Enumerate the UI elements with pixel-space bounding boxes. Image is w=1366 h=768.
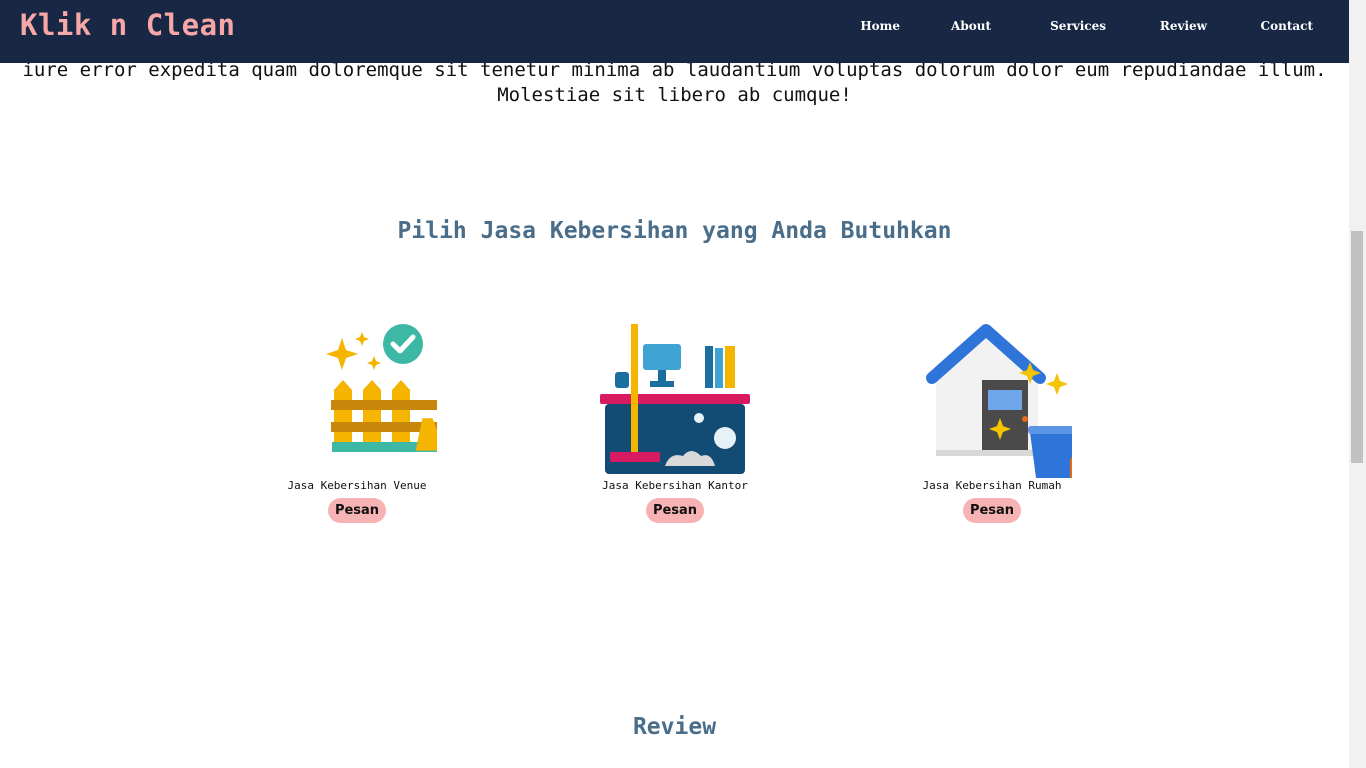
service-label-rumah: Jasa Kebersihan Rumah [922, 479, 1062, 492]
fence-broom-sparkle-icon [326, 324, 437, 452]
pesan-button-rumah[interactable]: Pesan [962, 498, 1022, 523]
nav-about[interactable]: About [951, 19, 991, 33]
nav-contact[interactable]: Contact [1261, 19, 1313, 33]
nav-review[interactable]: Review [1160, 19, 1207, 33]
intro-text: iure error expedita quam doloremque sit … [0, 58, 1349, 108]
service-card-rumah: Jasa Kebersihan Rumah Pesan [862, 318, 1122, 523]
service-card-kantor: Jasa Kebersihan Kantor Pesan [545, 318, 805, 523]
nav-home[interactable]: Home [860, 19, 900, 33]
brand-logo[interactable]: Klik n Clean [20, 8, 236, 42]
scrollbar-thumb[interactable] [1351, 231, 1363, 463]
office-desk-mop-icon [600, 324, 750, 474]
service-label-venue: Jasa Kebersihan Venue [287, 479, 427, 492]
intro-line-2: Molestiae sit libero ab cumque! [497, 84, 852, 106]
service-card-venue: Jasa Kebersihan Venue Pesan [227, 318, 487, 523]
services-heading: Pilih Jasa Kebersihan yang Anda Butuhkan [397, 218, 952, 244]
nav-services[interactable]: Services [1050, 19, 1106, 33]
pesan-button-venue[interactable]: Pesan [327, 498, 387, 523]
pesan-button-kantor[interactable]: Pesan [645, 498, 705, 523]
scrollbar[interactable] [1349, 0, 1366, 768]
house-bucket-broom-icon [926, 324, 1072, 478]
review-heading: Review [632, 714, 717, 740]
service-label-kantor: Jasa Kebersihan Kantor [602, 479, 748, 492]
navbar: Klik n Clean Home About Services Review … [0, 0, 1349, 63]
